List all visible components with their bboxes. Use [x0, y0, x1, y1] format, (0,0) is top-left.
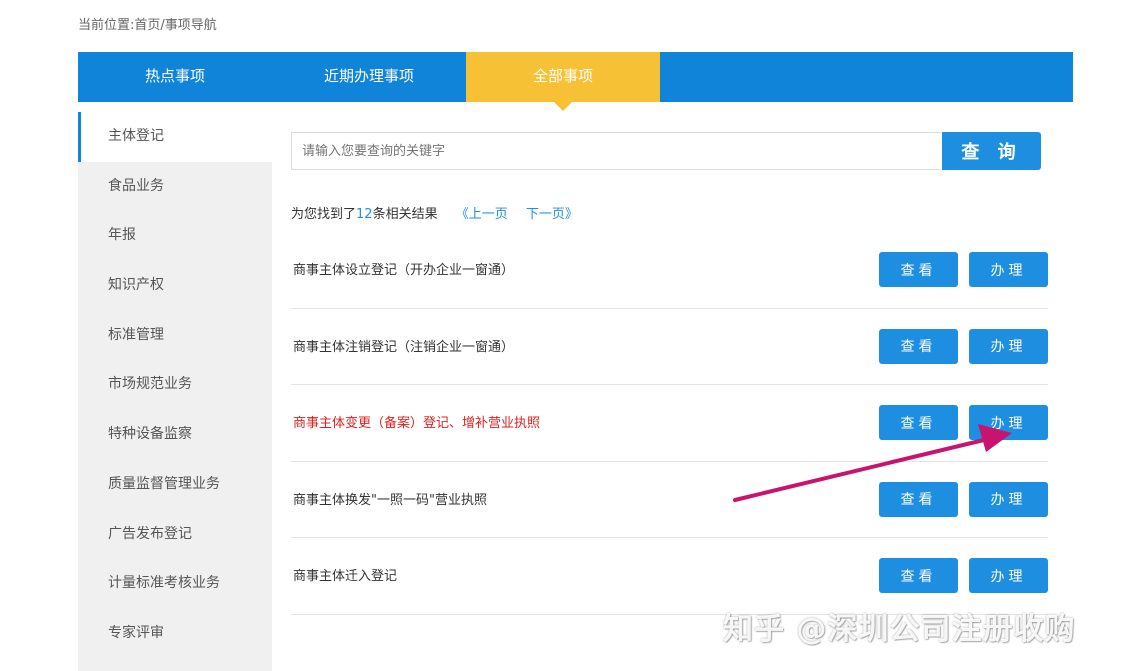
handle-button[interactable]: 办理 — [969, 481, 1048, 517]
tab-hot-items[interactable]: 热点事项 — [78, 52, 272, 102]
sidebar-item-annual-report[interactable]: 年报 — [78, 211, 272, 261]
sidebar-item-metrology-assessment[interactable]: 计量标准考核业务 — [78, 559, 272, 609]
search-button[interactable]: 查 询 — [942, 132, 1041, 170]
sidebar: 主体登记 食品业务 年报 知识产权 标准管理 市场规范业务 特种设备监察 质量监… — [78, 112, 272, 671]
next-page-link[interactable]: 下一页》 — [526, 207, 578, 222]
sidebar-item-entity-registration[interactable]: 主体登记 — [78, 112, 272, 162]
watermark: 知乎 @深圳公司注册收购 — [723, 612, 1076, 647]
sidebar-item-advertising-registration[interactable]: 广告发布登记 — [78, 510, 272, 560]
result-suffix: 条相关结果 — [372, 207, 438, 222]
view-button[interactable]: 查看 — [879, 405, 958, 440]
handle-button[interactable]: 办理 — [969, 328, 1048, 364]
view-button[interactable]: 查看 — [879, 558, 958, 593]
item-title: 商事主体换发"一照一码"营业执照 — [293, 492, 487, 508]
list-item: 商事主体设立登记（开办企业一窗通） 查看 办理 — [291, 232, 1048, 309]
sidebar-item-market-regulation[interactable]: 市场规范业务 — [78, 360, 272, 410]
sidebar-item-standards-management[interactable]: 标准管理 — [78, 311, 272, 361]
item-title: 商事主体变更（备案）登记、增补营业执照 — [293, 416, 541, 431]
item-list: 商事主体设立登记（开办企业一窗通） 查看 办理 商事主体注销登记（注销企业一窗通… — [291, 232, 1048, 615]
tab-bar: 热点事项 近期办理事项 全部事项 — [78, 52, 1073, 111]
result-prefix: 为您找到了 — [291, 207, 357, 222]
sidebar-item-quality-supervision[interactable]: 质量监督管理业务 — [78, 460, 272, 510]
item-title: 商事主体迁入登记 — [293, 569, 398, 584]
handle-button[interactable]: 办理 — [969, 558, 1048, 593]
tab-recent-items[interactable]: 近期办理事项 — [272, 52, 466, 102]
search-input[interactable] — [291, 132, 941, 170]
list-item: 商事主体换发"一照一码"营业执照 查看 办理 — [291, 462, 1048, 538]
item-title: 商事主体注销登记（注销企业一窗通） — [293, 339, 515, 355]
list-item: 商事主体注销登记（注销企业一窗通） 查看 办理 — [291, 309, 1048, 385]
result-count: 12 — [356, 207, 373, 222]
sidebar-item-expert-review[interactable]: 专家评审 — [78, 609, 272, 659]
view-button[interactable]: 查看 — [879, 252, 958, 287]
handle-button[interactable]: 办理 — [969, 252, 1048, 287]
list-item: 商事主体变更（备案）登记、增补营业执照 查看 办理 — [291, 385, 1048, 462]
sidebar-item-food-business[interactable]: 食品业务 — [78, 162, 272, 212]
result-summary: 为您找到了12条相关结果 《上一页 下一页》 — [291, 203, 578, 222]
handle-button[interactable]: 办理 — [969, 405, 1048, 440]
tab-all-items[interactable]: 全部事项 — [466, 52, 660, 111]
sidebar-item-intellectual-property[interactable]: 知识产权 — [78, 261, 272, 311]
prev-page-link[interactable]: 《上一页 — [456, 207, 508, 222]
view-button[interactable]: 查看 — [879, 328, 958, 364]
view-button[interactable]: 查看 — [879, 481, 958, 517]
item-title: 商事主体设立登记（开办企业一窗通） — [293, 263, 515, 278]
breadcrumb: 当前位置:首页/事项导航 — [78, 18, 217, 33]
sidebar-item-special-equipment[interactable]: 特种设备监察 — [78, 410, 272, 460]
